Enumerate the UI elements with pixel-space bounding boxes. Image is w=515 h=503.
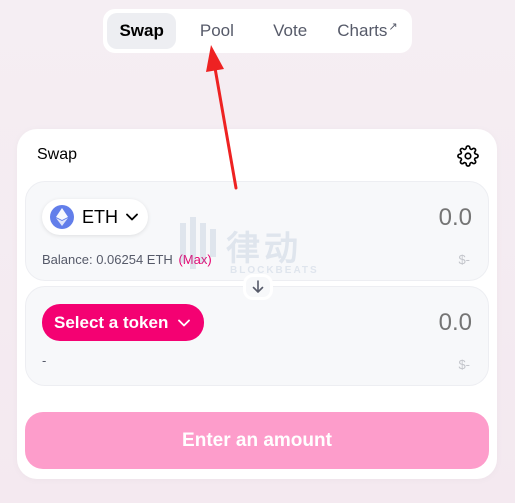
ethereum-icon bbox=[50, 205, 74, 229]
card-title: Swap bbox=[37, 146, 78, 163]
output-usd-value: $- bbox=[458, 357, 470, 372]
gear-icon[interactable] bbox=[457, 145, 479, 167]
select-token-label: Select a token bbox=[54, 312, 169, 332]
token-symbol: ETH bbox=[82, 206, 118, 227]
balance-text: Balance: 0.06254 ETH (Max) bbox=[42, 252, 212, 267]
output-amount-field[interactable] bbox=[352, 309, 472, 337]
arrow-up-right-icon: ↗ bbox=[388, 20, 398, 33]
nav-tab-pool[interactable]: Pool bbox=[180, 13, 253, 49]
switch-direction-button[interactable] bbox=[243, 274, 273, 300]
balance-label: Balance: 0.06254 ETH bbox=[42, 252, 173, 267]
nav-tab-charts-label: Charts bbox=[337, 21, 388, 40]
nav-tab-swap[interactable]: Swap bbox=[107, 13, 177, 49]
output-currency-panel: Select a token - $- bbox=[25, 286, 489, 386]
enter-amount-button[interactable]: Enter an amount bbox=[25, 412, 489, 469]
token-select-eth-button[interactable]: ETH bbox=[42, 199, 148, 235]
nav-tab-charts[interactable]: Charts ↗ bbox=[327, 13, 408, 49]
input-usd-value: $- bbox=[458, 252, 470, 267]
nav-tab-vote[interactable]: Vote bbox=[258, 13, 323, 49]
input-amount-field[interactable] bbox=[352, 204, 472, 232]
select-token-button[interactable]: Select a token bbox=[42, 304, 205, 341]
chevron-down-icon bbox=[126, 213, 138, 221]
top-nav: Swap Pool Vote Charts ↗ bbox=[103, 9, 412, 53]
max-button[interactable]: (Max) bbox=[178, 252, 211, 267]
swap-card: Swap ETH Balance: 0.06254 ETH (Max) $- bbox=[17, 129, 497, 479]
chevron-down-icon bbox=[178, 319, 191, 326]
output-balance-text: - bbox=[42, 353, 47, 368]
arrow-down-icon bbox=[252, 280, 264, 293]
input-currency-panel: ETH Balance: 0.06254 ETH (Max) $- bbox=[25, 181, 489, 281]
